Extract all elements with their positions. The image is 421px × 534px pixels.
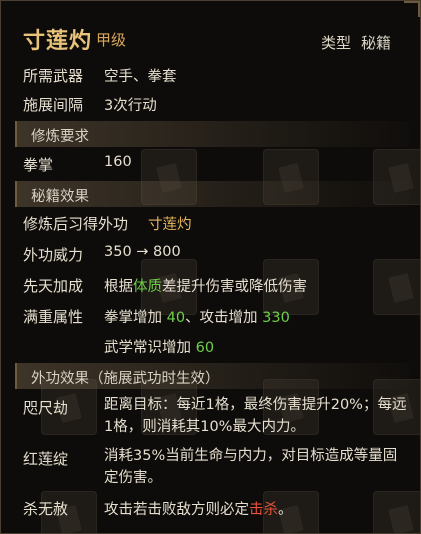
innate-pre: 根据 (104, 279, 133, 295)
innate-post: 差提升伤害或降低伤害 (162, 279, 307, 295)
section-external-title: 外功效果（施展武功时生效） (31, 371, 220, 387)
kill-desc-highlight: 击杀 (249, 502, 278, 518)
full-line1-value2: 330 (262, 310, 290, 326)
interval-label: 施展间隔 (23, 96, 84, 114)
power-value: 350 → 800 (104, 244, 181, 260)
skill-grade: 甲级 (96, 31, 127, 49)
full-line1-value: 40 (166, 310, 186, 326)
full-line1: 拳掌增加 40、攻击增加 330 (104, 306, 290, 327)
weapon-value: 空手、拳套 (104, 69, 177, 85)
full-line2-value: 60 (195, 340, 215, 356)
type-label: 类型 (321, 34, 352, 52)
external-item-3: 杀无赦 攻击若击败敌方则必定击杀。 (1, 498, 420, 522)
external-item-desc: 距离目标：每近1格，最终伤害提升20%；每远1格，则消耗其10%最大内力。 (104, 397, 407, 435)
full-row-2: 武学常识增加 60 (1, 336, 420, 360)
power-label: 外功威力 (23, 246, 84, 264)
kill-desc: 攻击若击败敌方则必定击杀。 (104, 498, 293, 519)
full-line2: 武学常识增加 60 (104, 336, 214, 357)
weapon-label: 所需武器 (23, 67, 84, 85)
learn-label: 修炼后习得外功 (23, 215, 129, 233)
power-row: 外功威力 350 → 800 (1, 244, 420, 268)
innate-attribute: 体质 (133, 279, 162, 295)
innate-label: 先天加成 (23, 277, 84, 295)
full-line2-text: 武学常识增加 (104, 340, 196, 356)
interval-value: 3次行动 (104, 98, 157, 114)
cultivation-stat-label: 拳掌 (23, 156, 54, 174)
kill-desc-pre: 攻击若击败敌方则必定 (104, 502, 249, 518)
learn-row: 修炼后习得外功 寸莲灼 (1, 213, 420, 237)
skill-name: 寸莲灼 (23, 29, 93, 54)
kill-name: 杀无赦 (23, 500, 69, 518)
kill-desc-post: 。 (278, 502, 293, 518)
learn-value: 寸莲灼 (148, 217, 192, 233)
innate-value: 根据体质差提升伤害或降低伤害 (104, 275, 307, 296)
full-row: 满重属性 拳掌增加 40、攻击增加 330 (1, 306, 420, 330)
external-item-name: 红莲绽 (23, 450, 69, 468)
full-label: 满重属性 (23, 308, 84, 326)
cultivation-row: 拳掌 160 (1, 154, 420, 178)
section-effects-title: 秘籍效果 (31, 189, 89, 205)
tooltip-header: 寸莲灼 甲级 类型 秘籍 (1, 1, 420, 59)
type-value: 秘籍 (361, 34, 392, 52)
section-cultivation: 修炼要求 (15, 121, 409, 147)
cultivation-stat-value: 160 (104, 154, 132, 170)
full-line1-text2: 、攻击增加 (185, 310, 263, 326)
skill-tooltip: 寸莲灼 甲级 类型 秘籍 所需武器 空手、拳套 施展间隔 3次行动 修炼要求 拳… (0, 0, 421, 534)
section-cultivation-title: 修炼要求 (31, 129, 89, 145)
section-external: 外功效果（施展武功时生效） (15, 363, 409, 389)
full-line1-text: 拳掌增加 (104, 310, 167, 326)
weapon-row: 所需武器 空手、拳套 (1, 65, 420, 89)
interval-row: 施展间隔 3次行动 (1, 94, 420, 118)
external-item-name: 咫尺劫 (23, 399, 69, 417)
section-effects: 秘籍效果 (15, 181, 409, 207)
innate-row: 先天加成 根据体质差提升伤害或降低伤害 (1, 275, 420, 299)
external-item-desc: 消耗35%当前生命与内力，对目标造成等量固定伤害。 (104, 448, 398, 486)
